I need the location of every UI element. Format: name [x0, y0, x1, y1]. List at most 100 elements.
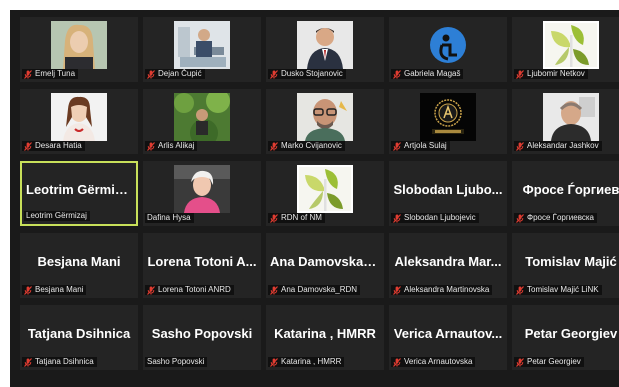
participant-video [174, 21, 230, 69]
participant-name-label: Arlis Alikaj [145, 141, 198, 151]
participant-tile[interactable]: Desara Hatia [20, 89, 138, 154]
microphone-muted-icon [24, 69, 32, 79]
microphone-muted-icon [516, 213, 524, 223]
participant-name: Ana Damovska_RDN [281, 285, 358, 294]
participant-name: Aleksandar Jashkov [527, 141, 599, 150]
participant-name-label: Desara Hatia [22, 141, 85, 151]
participant-name-label: Artjola Sulaj [391, 141, 450, 151]
microphone-muted-icon [24, 141, 32, 151]
participant-name: Lorena Totoni ANRD [158, 285, 231, 294]
participant-display-name: Tomislav Majić [525, 254, 617, 269]
participant-display-name: Verica Arnautov... [393, 326, 503, 341]
participant-video [297, 165, 353, 213]
microphone-muted-icon [393, 69, 401, 79]
participant-name: Aleksandra Martinovska [404, 285, 490, 294]
microphone-muted-icon [516, 357, 524, 367]
participant-name-label: Фросе Ѓоргиевска [514, 213, 598, 223]
participant-display-name: Фросе Ѓоргиев [522, 182, 619, 197]
participant-tile[interactable]: Petar Georgiev Petar Georgiev [512, 305, 619, 370]
microphone-muted-icon [270, 285, 278, 295]
participant-display-name: Besjana Mani [37, 254, 121, 269]
participant-name-label: Dafina Hysa [145, 213, 194, 223]
microphone-muted-icon [393, 357, 401, 367]
participant-name-label: Dejan Čupić [145, 69, 205, 79]
participant-name: Desara Hatia [35, 141, 82, 150]
participant-name: Petar Georgiev [527, 357, 581, 366]
participant-name: Emelj Tuna [35, 69, 76, 78]
participant-name-label: RDN of NM [268, 213, 325, 223]
participant-name-label: Ana Damovska_RDN [268, 285, 361, 295]
participant-tile[interactable]: Dafina Hysa [143, 161, 261, 226]
microphone-muted-icon [270, 69, 278, 79]
participant-name-label: Petar Georgiev [514, 357, 584, 367]
participant-name: Gabriela Magaš [404, 69, 461, 78]
participant-grid: Emelj Tuna Dejan Čupić Dusko Stojanovic Gab… [20, 17, 619, 370]
participant-name: Tomislav Majić LiNK [527, 285, 599, 294]
participant-name: Фросе Ѓоргиевска [527, 213, 595, 222]
microphone-muted-icon [393, 213, 401, 223]
participant-tile[interactable]: Tatjana Dsihnica Tatjana Dsihnica [20, 305, 138, 370]
participant-name: Leotrim Gërmizaj [26, 211, 87, 220]
participant-display-name: Katarina , HMRR [274, 326, 376, 341]
participant-name-label: Aleksandar Jashkov [514, 141, 602, 151]
participant-tile[interactable]: Sasho Popovski Sasho Popovski [143, 305, 261, 370]
participant-video [297, 21, 353, 69]
participant-tile[interactable]: Фросе Ѓоргиев Фросе Ѓоргиевска [512, 161, 619, 226]
participant-name-label: Slobodan Ljubojevic [391, 213, 479, 223]
participant-display-name: Petar Georgiev [524, 326, 618, 341]
microphone-muted-icon [270, 213, 278, 223]
participant-tile[interactable]: RDN of NM [266, 161, 384, 226]
microphone-muted-icon [516, 69, 524, 79]
participant-tile[interactable]: Lorena Totoni A... Lorena Totoni ANRD [143, 233, 261, 298]
participant-name: Verica Arnautovska [404, 357, 473, 366]
participant-tile[interactable]: Katarina , HMRR Katarina , HMRR [266, 305, 384, 370]
participant-tile[interactable]: Gabriela Magaš [389, 17, 507, 82]
microphone-muted-icon [147, 69, 155, 79]
participant-display-name: Aleksandra Mar... [394, 254, 502, 269]
participant-name-label: Verica Arnautovska [391, 357, 476, 367]
participant-video [174, 165, 230, 213]
participant-tile[interactable]: Verica Arnautov... Verica Arnautovska [389, 305, 507, 370]
participant-tile[interactable]: Besjana Mani Besjana Mani [20, 233, 138, 298]
participant-display-name: Leotrim Gërmizaj [26, 182, 133, 197]
microphone-muted-icon [147, 141, 155, 151]
participant-tile[interactable]: Emelj Tuna [20, 17, 138, 82]
participant-tile[interactable]: Leotrim Gërmizaj Leotrim Gërmizaj [20, 161, 138, 226]
participant-tile[interactable]: Dusko Stojanovic [266, 17, 384, 82]
participant-name: Arlis Alikaj [158, 141, 195, 150]
participant-tile[interactable]: Ana Damovska_... Ana Damovska_RDN [266, 233, 384, 298]
video-call-gallery: Emelj Tuna Dejan Čupić Dusko Stojanovic Gab… [10, 10, 619, 387]
participant-tile[interactable]: Dejan Čupić [143, 17, 261, 82]
participant-name: RDN of NM [281, 213, 322, 222]
participant-name: Besjana Mani [35, 285, 84, 294]
microphone-muted-icon [270, 141, 278, 151]
participant-display-name: Tatjana Dsihnica [27, 326, 131, 341]
participant-name-label: Sasho Popovski [145, 357, 208, 367]
participant-name: Dafina Hysa [147, 213, 191, 222]
participant-display-name: Ana Damovska_... [270, 254, 382, 269]
participant-tile[interactable]: Arlis Alikaj [143, 89, 261, 154]
participant-tile[interactable]: Artjola Sulaj [389, 89, 507, 154]
participant-name-label: Besjana Mani [22, 285, 87, 295]
microphone-muted-icon [393, 141, 401, 151]
participant-tile[interactable]: Ljubomir Netkov [512, 17, 619, 82]
participant-tile[interactable]: Tomislav Majić Tomislav Majić LiNK [512, 233, 619, 298]
microphone-muted-icon [516, 285, 524, 295]
participant-tile[interactable]: Aleksandar Jashkov [512, 89, 619, 154]
participant-name-label: Gabriela Magaš [391, 69, 464, 79]
participant-tile[interactable]: Aleksandra Mar... Aleksandra Martinovska [389, 233, 507, 298]
participant-name: Ljubomir Netkov [527, 69, 585, 78]
participant-tile[interactable]: Slobodan Ljubo... Slobodan Ljubojevic [389, 161, 507, 226]
participant-name: Dejan Čupić [158, 69, 202, 78]
participant-video [297, 93, 353, 141]
participant-video [51, 21, 107, 69]
participant-display-name: Slobodan Ljubo... [393, 182, 503, 197]
participant-name: Slobodan Ljubojevic [404, 213, 476, 222]
participant-video [543, 21, 599, 69]
microphone-muted-icon [393, 285, 401, 295]
participant-tile[interactable]: Marko Cvijanovic [266, 89, 384, 154]
participant-name-label: Tomislav Majić LiNK [514, 285, 602, 295]
microphone-muted-icon [147, 285, 155, 295]
participant-name-label: Katarina , HMRR [268, 357, 345, 367]
participant-video [543, 93, 599, 141]
